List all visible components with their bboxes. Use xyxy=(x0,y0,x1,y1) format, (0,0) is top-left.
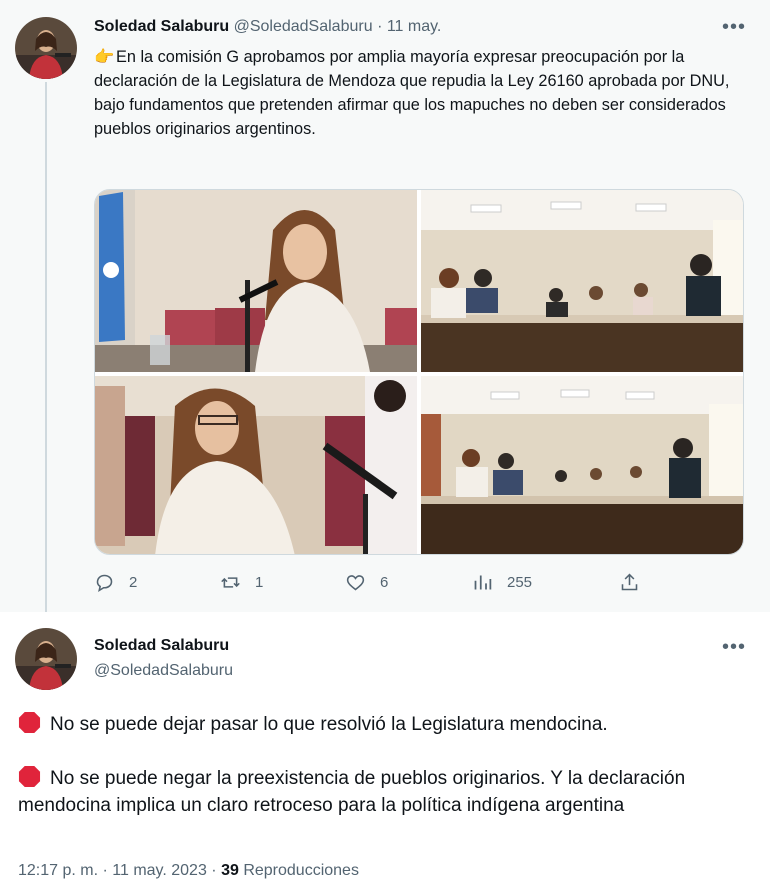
more-icon[interactable]: ••• xyxy=(722,17,746,37)
author-avatar-2[interactable] xyxy=(15,628,77,690)
reply-icon xyxy=(96,574,113,592)
more-icon[interactable]: ••• xyxy=(722,637,746,657)
share-button[interactable] xyxy=(619,572,654,593)
views-label[interactable]: Reproducciones xyxy=(243,862,359,879)
retweet-button[interactable]: 1 xyxy=(220,572,263,593)
photo-reading[interactable] xyxy=(95,376,417,554)
tweet-paragraph-1: No se puede dejar pasar lo que resolvió … xyxy=(18,711,758,738)
like-button[interactable]: 6 xyxy=(345,572,388,593)
share-icon xyxy=(621,573,638,591)
paragraph-2-text: No se puede negar la preexistencia de pu… xyxy=(18,768,686,816)
photo-speaker[interactable] xyxy=(95,190,417,372)
views-count: 255 xyxy=(507,574,533,591)
tweet-meta: 12:17 p. m. · 11 may. 2023 · 39 Reproduc… xyxy=(18,862,359,880)
reply-count: 2 xyxy=(129,574,138,591)
reply-button[interactable]: 2 xyxy=(94,572,137,593)
views-number: 39 xyxy=(221,862,239,879)
pointing-hand-emoji: 👉 xyxy=(94,48,115,66)
like-count: 6 xyxy=(380,574,389,591)
like-icon xyxy=(346,575,365,591)
tweet-date[interactable]: · 11 may. xyxy=(377,18,441,35)
views-icon xyxy=(474,575,492,590)
tweet-actions: 2 1 6 255 xyxy=(94,572,744,600)
author-avatar[interactable] xyxy=(15,17,77,79)
photo-meeting-room[interactable] xyxy=(421,190,743,372)
retweet-count: 1 xyxy=(255,574,264,591)
tweet-body: En la comisión G aprobamos por amplia ma… xyxy=(94,48,730,138)
thread-line xyxy=(45,82,47,622)
tweet-main[interactable]: Soledad Salaburu @SoledadSalaburu · 11 m… xyxy=(0,0,770,622)
views-button[interactable]: 255 xyxy=(472,572,532,593)
author-name[interactable]: Soledad Salaburu xyxy=(94,18,229,35)
tweet-timestamp[interactable]: 12:17 p. m. · 11 may. 2023 · xyxy=(18,862,217,879)
tweet-header: Soledad Salaburu @SoledadSalaburu · 11 m… xyxy=(94,18,441,36)
photo-meeting-room-2[interactable] xyxy=(421,376,743,554)
media-grid xyxy=(94,189,744,555)
author-handle[interactable]: @SoledadSalaburu xyxy=(234,18,373,35)
author-handle-2[interactable]: @SoledadSalaburu xyxy=(94,662,233,680)
tweet-text: 👉 En la comisión G aprobamos por amplia m… xyxy=(94,45,749,141)
tweet-paragraph-2: No se puede negar la preexistencia de pu… xyxy=(18,765,758,819)
stop-sign-icon xyxy=(18,765,41,788)
author-name-2[interactable]: Soledad Salaburu xyxy=(94,637,229,655)
retweet-icon xyxy=(221,577,240,588)
paragraph-1-text: No se puede dejar pasar lo que resolvió … xyxy=(50,714,608,735)
stop-sign-icon xyxy=(18,711,41,734)
